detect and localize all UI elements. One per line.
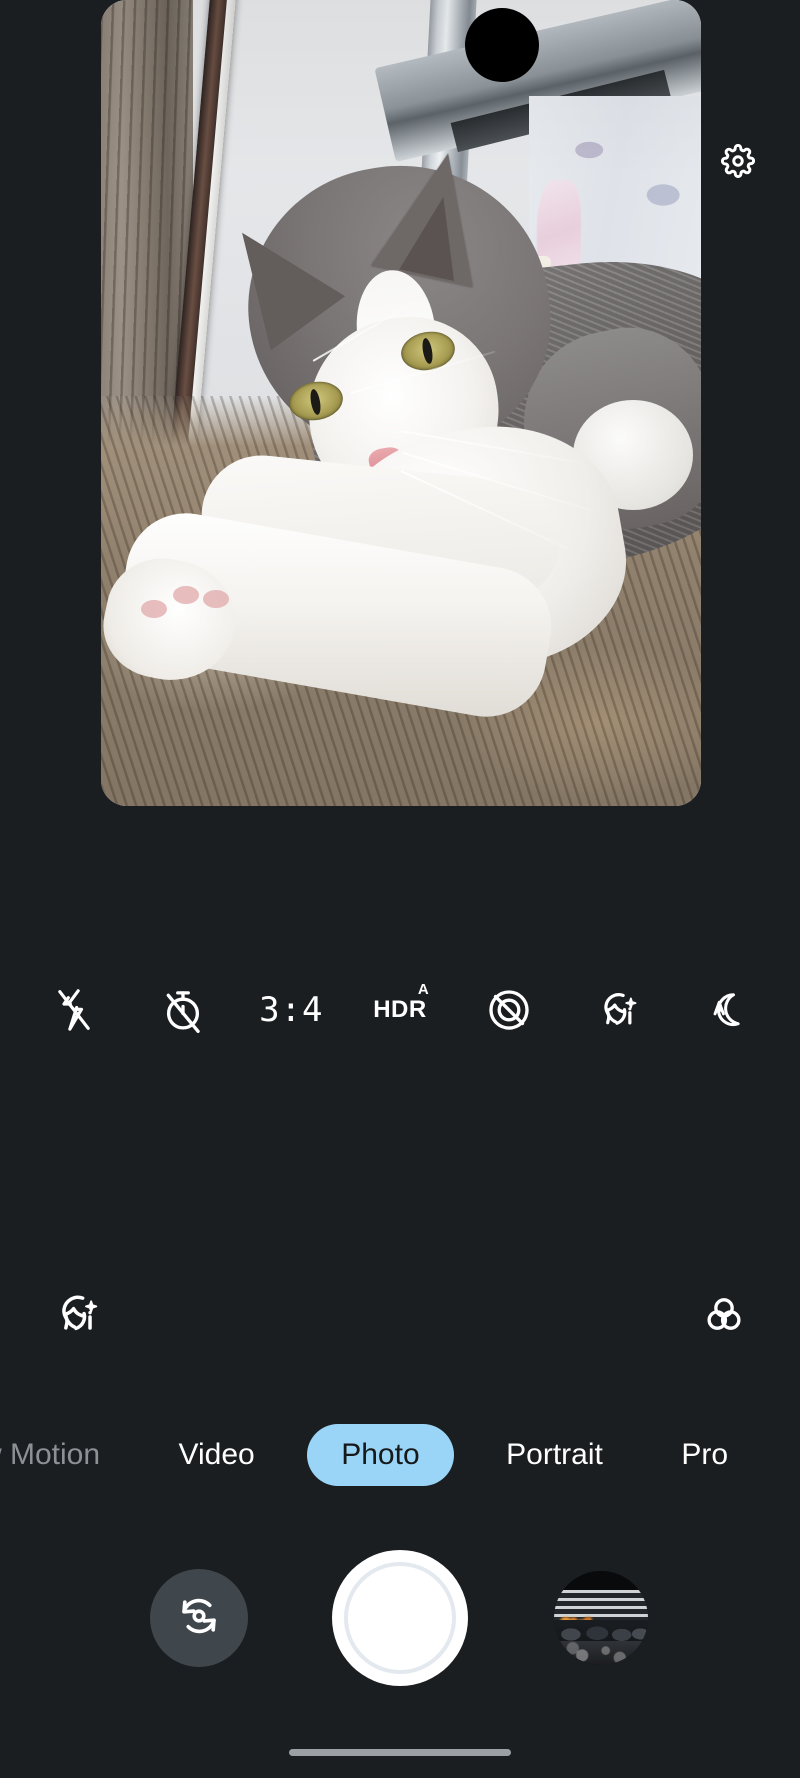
scene-cat xyxy=(101,0,701,806)
mode-photo[interactable]: Photo xyxy=(307,1424,454,1486)
thumb-ground xyxy=(554,1640,648,1665)
cat-toe-pad xyxy=(141,600,167,618)
aspect-ratio-button[interactable]: 3:4 xyxy=(255,974,327,1046)
hdr-button[interactable]: HDR A xyxy=(364,974,436,1046)
shutter-button[interactable] xyxy=(332,1550,468,1686)
timer-off-icon xyxy=(162,987,204,1033)
preview-scene xyxy=(101,0,701,806)
capture-bar xyxy=(0,1548,800,1688)
timer-off-button[interactable] xyxy=(147,974,219,1046)
home-indicator-bar[interactable] xyxy=(289,1749,511,1756)
night-auto-icon xyxy=(705,989,747,1031)
camera-flip-button[interactable] xyxy=(150,1569,248,1667)
hdr-auto-badge: A xyxy=(417,981,429,998)
mode-slow-motion[interactable]: w Motion xyxy=(0,1424,126,1486)
cat-toe-pad xyxy=(203,590,229,608)
face-beauty-icon xyxy=(595,988,639,1032)
beauty-button[interactable] xyxy=(581,974,653,1046)
shutter-inner-ring xyxy=(344,1562,456,1674)
gallery-thumbnail-button[interactable] xyxy=(554,1571,648,1665)
motion-photo-off-icon xyxy=(488,989,530,1031)
color-filters-button[interactable] xyxy=(688,1280,760,1352)
secondary-controls-row xyxy=(0,1280,800,1352)
night-mode-button[interactable] xyxy=(690,974,762,1046)
camera-flip-icon xyxy=(176,1593,222,1644)
flash-off-icon xyxy=(54,988,94,1032)
flash-off-button[interactable] xyxy=(38,974,110,1046)
gear-icon xyxy=(721,144,755,178)
mode-video[interactable]: Video xyxy=(153,1424,281,1486)
mode-track: w Motion Video Photo Portrait Pro xyxy=(0,1424,754,1486)
mode-pro[interactable]: Pro xyxy=(655,1424,754,1486)
hdr-auto-icon: HDR A xyxy=(373,981,429,1024)
color-filters-icon xyxy=(701,1291,747,1342)
beauty-filter-button[interactable] xyxy=(40,1280,112,1352)
camera-preview[interactable] xyxy=(101,0,701,806)
face-beauty-icon xyxy=(52,1290,100,1343)
mode-portrait[interactable]: Portrait xyxy=(480,1424,629,1486)
gallery-thumbnail-image xyxy=(554,1571,648,1665)
hdr-label: HDR xyxy=(373,996,427,1023)
front-camera-cutout xyxy=(465,8,539,82)
mode-selector[interactable]: w Motion Video Photo Portrait Pro xyxy=(0,1410,800,1500)
cat-toe-pad xyxy=(173,586,199,604)
motion-photo-button[interactable] xyxy=(473,974,545,1046)
camera-app-screen: 3:4 HDR A Motion Video Photo Portrait Pr… xyxy=(0,0,800,1778)
settings-button[interactable] xyxy=(712,135,764,187)
camera-controls-row: 3:4 HDR A xyxy=(0,970,800,1050)
aspect-ratio-label: 3:4 xyxy=(259,990,324,1030)
